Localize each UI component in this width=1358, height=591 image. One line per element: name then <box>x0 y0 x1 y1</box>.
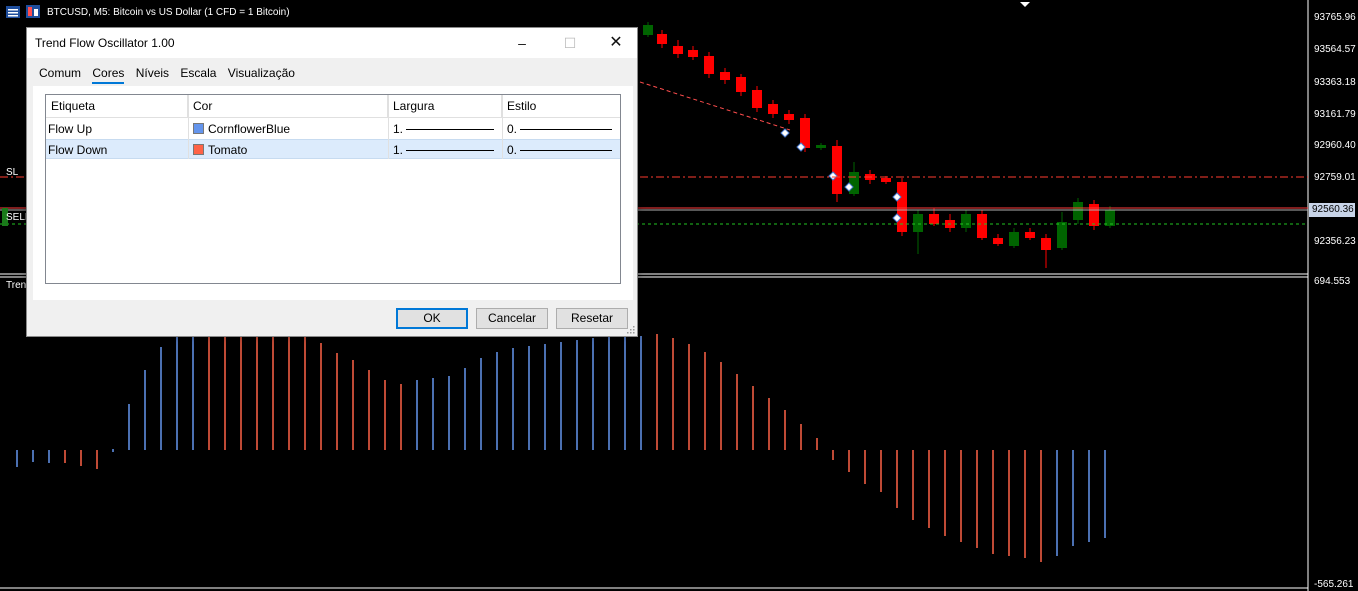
color-name[interactable]: Tomato <box>208 140 247 160</box>
candle-body <box>657 34 667 44</box>
colors-table: Etiqueta Cor Largura Estilo Flow Up Corn… <box>45 94 621 284</box>
table-row[interactable]: Flow Up CornflowerBlue 1. 0. <box>46 119 620 139</box>
dialog-title: Trend Flow Oscillator 1.00 <box>35 36 175 50</box>
indicator-properties-dialog: Trend Flow Oscillator 1.00 – ☐ ✕ Comum C… <box>26 27 638 337</box>
chart-menu-icon-bar <box>8 9 18 11</box>
chart-symbol-title: BTCUSD, M5: Bitcoin vs US Dollar (1 CFD … <box>47 7 290 18</box>
cancel-button[interactable]: Cancelar <box>476 308 548 329</box>
osc-top-label: 694.553 <box>1314 276 1351 287</box>
table-row-selected[interactable]: Flow Down Tomato 1. 0. <box>46 139 620 159</box>
dialog-titlebar[interactable]: Trend Flow Oscillator 1.00 – ☐ ✕ <box>27 28 637 58</box>
row-label: Flow Up <box>48 122 93 136</box>
column-header-etiqueta[interactable]: Etiqueta <box>46 95 188 117</box>
color-swatch[interactable] <box>193 123 204 134</box>
candle-body <box>643 25 653 35</box>
candle-body <box>720 72 730 80</box>
candle-body <box>752 90 762 108</box>
candle-body <box>832 146 842 194</box>
candle-body <box>768 104 778 114</box>
candle-body <box>704 56 714 74</box>
candle-body <box>913 214 923 232</box>
candle-body <box>929 214 939 224</box>
column-header-largura[interactable]: Largura <box>388 95 502 117</box>
column-divider <box>188 95 189 159</box>
reset-button[interactable]: Resetar <box>556 308 628 329</box>
candle-body <box>688 50 698 57</box>
style-value[interactable]: 0. <box>507 140 517 160</box>
tab-cores[interactable]: Cores <box>92 66 125 84</box>
candle-body <box>1073 202 1083 220</box>
width-line-preview <box>406 150 494 151</box>
osc-bottom-label: -565.261 <box>1314 579 1354 590</box>
column-divider <box>388 95 389 159</box>
tab-visualizacao[interactable]: Visualização <box>228 66 295 82</box>
chart-menu-icon-bar <box>8 12 18 14</box>
candle-body <box>1057 222 1067 248</box>
price-tick: 92759.01 <box>1314 172 1356 183</box>
color-swatch[interactable] <box>193 144 204 155</box>
tab-niveis[interactable]: Níveis <box>136 66 169 82</box>
one-click-icon-part <box>34 9 38 16</box>
candle-body <box>816 145 826 148</box>
column-header-cor[interactable]: Cor <box>188 95 388 117</box>
price-tick: 92356.23 <box>1314 236 1356 247</box>
candle-body <box>784 114 794 120</box>
tab-panel-cores: Etiqueta Cor Largura Estilo Flow Up Corn… <box>33 86 633 300</box>
header-divider <box>46 117 620 118</box>
row-label: Flow Down <box>48 143 108 157</box>
tab-comum[interactable]: Comum <box>39 66 81 82</box>
candle-body <box>736 77 746 92</box>
column-header-estilo[interactable]: Estilo <box>502 95 620 117</box>
color-name[interactable]: CornflowerBlue <box>208 119 290 139</box>
candle-body <box>1041 238 1051 250</box>
style-line-preview <box>520 150 612 151</box>
tab-strip: Comum Cores Níveis Escala Visualização <box>39 66 303 84</box>
price-tick: 93363.18 <box>1314 77 1356 88</box>
price-tick: 93564.57 <box>1314 44 1356 55</box>
candle-body <box>961 214 971 228</box>
candle-body <box>1025 232 1035 238</box>
candle-body <box>977 214 987 238</box>
one-click-icon-part <box>28 7 32 16</box>
price-tick: 93765.96 <box>1314 12 1356 23</box>
sl-label[interactable]: SL <box>6 167 18 178</box>
column-divider <box>502 95 503 159</box>
maximize-button[interactable]: ☐ <box>547 28 593 58</box>
minimize-button[interactable]: – <box>499 28 545 58</box>
price-tick: 92960.40 <box>1314 140 1356 151</box>
resize-grip-icon[interactable] <box>626 325 635 334</box>
candle-body <box>849 172 859 194</box>
candle-body <box>1089 204 1099 226</box>
candle-body <box>673 46 683 54</box>
tab-escala[interactable]: Escala <box>180 66 216 82</box>
style-line-preview <box>520 129 612 130</box>
candle-body <box>1009 232 1019 246</box>
price-tick: 93161.79 <box>1314 109 1356 120</box>
ok-button[interactable]: OK <box>396 308 468 329</box>
chart-menu-icon-bar <box>8 15 18 17</box>
candle-body <box>881 178 891 182</box>
width-value[interactable]: 1. <box>393 140 403 160</box>
style-value[interactable]: 0. <box>507 119 517 139</box>
width-line-preview <box>406 129 494 130</box>
candle-body <box>993 238 1003 244</box>
width-value[interactable]: 1. <box>393 119 403 139</box>
current-price-label: 92560.36 <box>1312 204 1354 215</box>
close-button[interactable]: ✕ <box>593 28 639 58</box>
